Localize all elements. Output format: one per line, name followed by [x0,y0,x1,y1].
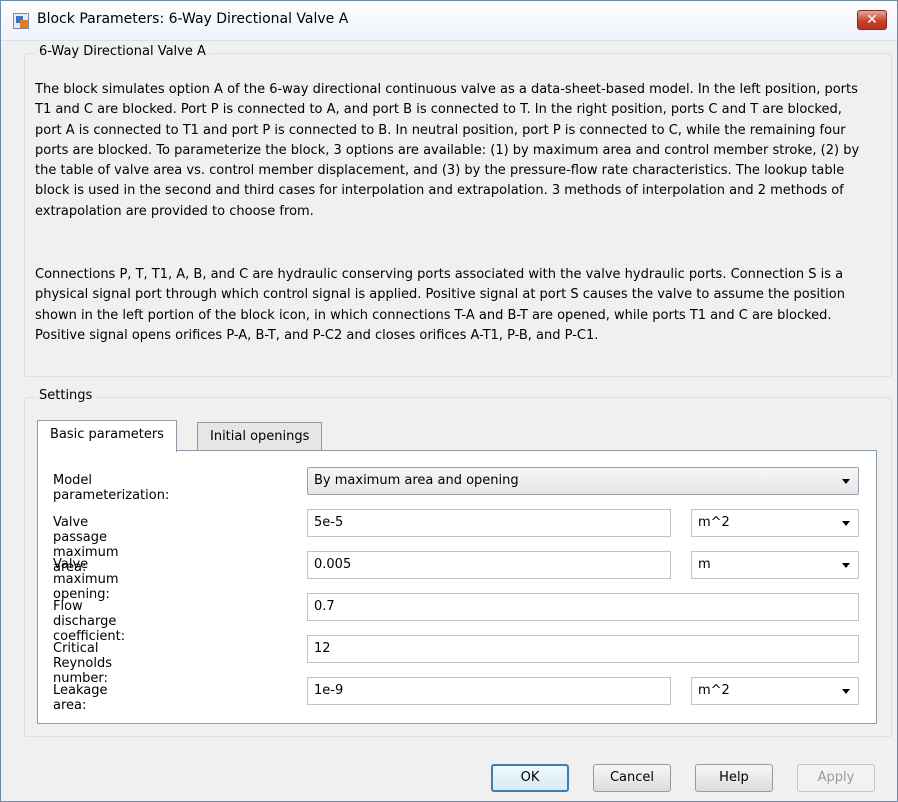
tab-basic-parameters[interactable]: Basic parameters [37,420,177,452]
description-paragraph-2: Connections P, T, T1, A, B, and C are hy… [35,267,845,343]
cancel-button[interactable]: Cancel [593,764,671,792]
reynolds-number-label: Critical Reynolds number: [53,641,112,686]
discharge-coefficient-input[interactable]: 0.7 [307,593,859,621]
close-button[interactable]: ✕ [857,10,887,30]
max-opening-unit-dropdown[interactable]: m [691,551,859,579]
title-bar[interactable]: Block Parameters: 6-Way Directional Valv… [1,1,897,41]
chevron-down-icon [842,521,850,526]
max-opening-unit-value: m [698,557,711,572]
model-parameterization-value: By maximum area and opening [314,473,519,488]
max-area-unit-dropdown[interactable]: m^2 [691,509,859,537]
chevron-down-icon [842,563,850,568]
ok-button[interactable]: OK [491,764,569,792]
chevron-down-icon [842,689,850,694]
leakage-area-unit-dropdown[interactable]: m^2 [691,677,859,705]
model-parameterization-dropdown[interactable]: By maximum area and opening [307,467,859,495]
leakage-area-unit-value: m^2 [698,683,730,698]
help-button[interactable]: Help [695,764,773,792]
discharge-coefficient-label: Flow discharge coefficient: [53,599,126,644]
max-opening-input[interactable]: 0.005 [307,551,671,579]
model-parameterization-label: Model parameterization: [53,473,170,503]
description-paragraph-1: The block simulates option A of the 6-wa… [35,82,860,219]
leakage-area-input[interactable]: 1e-9 [307,677,671,705]
settings-group-label: Settings [35,388,97,403]
window-title: Block Parameters: 6-Way Directional Valv… [37,11,349,27]
apply-button[interactable]: Apply [797,764,875,792]
dialog-window: Block Parameters: 6-Way Directional Valv… [0,0,898,802]
description-group-label: 6-Way Directional Valve A [35,44,210,59]
max-area-unit-value: m^2 [698,515,730,530]
max-opening-label: Valve maximum opening: [53,557,119,602]
tab-initial-openings[interactable]: Initial openings [197,422,323,452]
max-area-input[interactable]: 5e-5 [307,509,671,537]
chevron-down-icon [842,479,850,484]
reynolds-number-input[interactable]: 12 [307,635,859,663]
simulink-block-icon [13,13,29,29]
leakage-area-label: Leakage area: [53,683,108,713]
